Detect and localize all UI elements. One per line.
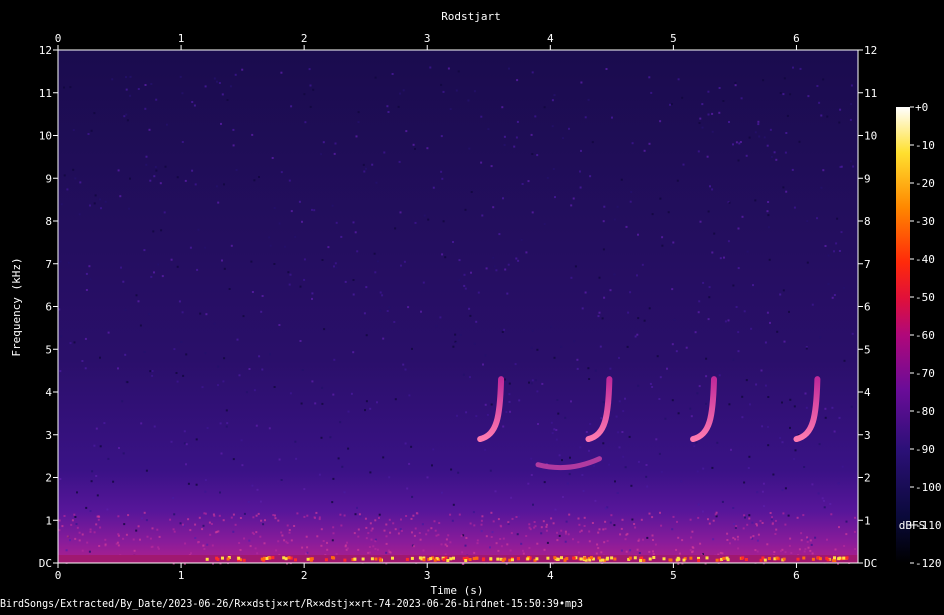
y-tick-right-label: 8 (864, 215, 871, 228)
colorbar-tick-label: -60 (915, 329, 935, 342)
colorbar-label: dBFS (899, 519, 926, 532)
x-tick-top-label: 5 (670, 32, 677, 45)
x-tick-bottom-label: 6 (793, 569, 800, 582)
colorbar-tick-label: -40 (915, 253, 935, 266)
colorbar-tick-label: -90 (915, 443, 935, 456)
y-tick-right-label: 2 (864, 472, 871, 485)
y-tick-right-label: 10 (864, 130, 877, 143)
x-tick-top-label: 4 (547, 32, 554, 45)
colorbar-tick-label: -70 (915, 367, 935, 380)
y-tick-left-label: 9 (45, 172, 52, 185)
y-tick-left-label: 7 (45, 258, 52, 271)
x-tick-top-label: 3 (424, 32, 431, 45)
y-tick-left-label: 12 (39, 44, 52, 57)
colorbar-ticks: +0-10-20-30-40-50-60-70-80-90-100-110-12… (910, 101, 942, 570)
y-tick-right-label: 12 (864, 44, 877, 57)
y-tick-left-label: 5 (45, 343, 52, 356)
y-ticks-left: DC123456789101112 (39, 44, 58, 570)
y-tick-left-label: 4 (45, 386, 52, 399)
y-tick-right-label: 3 (864, 429, 871, 442)
x-ticks-bottom: 0 1 2 3 4 5 6 (55, 563, 800, 582)
x-tick-bottom-label: 0 (55, 569, 62, 582)
y-tick-right-label: DC (864, 557, 877, 570)
x-tick-top-label: 0 (55, 32, 62, 45)
y-tick-right-label: 9 (864, 172, 871, 185)
y-ticks-right: DC123456789101112 (858, 44, 877, 570)
colorbar-tick-label: -10 (915, 139, 935, 152)
spectrogram-figure: Rodstjart 0123456 0123456 DC 1 2 3 4 5 6 7 8 9 10 1… (0, 0, 944, 611)
y-tick-left-label: 2 (45, 472, 52, 485)
y-tick-left-label: 10 (39, 130, 52, 143)
x-tick-bottom-label: 2 (301, 569, 308, 582)
x-tick-bottom-label: 3 (424, 569, 431, 582)
x-tick-bottom-label: 4 (547, 569, 554, 582)
chart-title: Rodstjart (441, 10, 501, 23)
y-tick-right-label: 4 (864, 386, 871, 399)
y-tick-right-label: 1 (864, 514, 871, 527)
colorbar-tick-label: -50 (915, 291, 935, 304)
y-tick-left-label: DC (39, 557, 52, 570)
x-tick-top-label: 1 (178, 32, 185, 45)
colorbar-tick-label: -30 (915, 215, 935, 228)
colorbar-tick-label: -20 (915, 177, 935, 190)
x-tick-top-label: 2 (301, 32, 308, 45)
y-axis-label: Frequency (kHz) (10, 257, 23, 356)
y-tick-left-label: 6 (45, 301, 52, 314)
y-tick-left-label: 1 (45, 514, 52, 527)
x-tick-top-label: 6 (793, 32, 800, 45)
spectrogram-chart: Rodstjart 0123456 0123456 DC123456789101… (0, 10, 942, 610)
y-tick-right-label: 7 (864, 258, 871, 271)
y-tick-left-label: 11 (39, 87, 52, 100)
colorbar-tick-label: +0 (915, 101, 928, 114)
file-path-footer: BirdSongs/Extracted/By_Date/2023-06-26/R… (0, 598, 583, 610)
y-tick-left-label: 3 (45, 429, 52, 442)
dc-band (58, 555, 858, 563)
y-tick-right-label: 6 (864, 301, 871, 314)
colorbar (896, 107, 910, 563)
y-tick-right-label: 5 (864, 343, 871, 356)
y-tick-right-label: 11 (864, 87, 877, 100)
colorbar-tick-label: -100 (915, 481, 942, 494)
colorbar-tick-label: -120 (915, 557, 942, 570)
x-ticks-top: 0 1 2 3 4 5 6 (55, 32, 800, 50)
x-tick-bottom-label: 5 (670, 569, 677, 582)
x-tick-bottom-label: 1 (178, 569, 185, 582)
x-axis-label: Time (s) (431, 584, 484, 597)
y-tick-left-label: 8 (45, 215, 52, 228)
spectrogram-plot-area (58, 50, 858, 563)
colorbar-tick-label: -80 (915, 405, 935, 418)
